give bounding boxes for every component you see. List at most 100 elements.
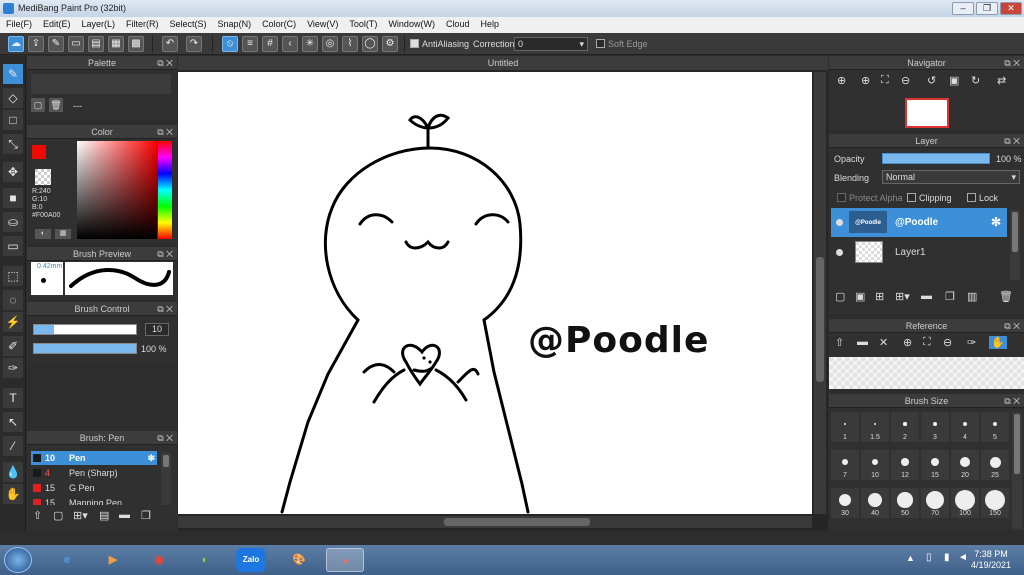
brush-item[interactable]: 15 G Pen <box>31 481 157 495</box>
minimize-button[interactable]: – <box>952 2 974 15</box>
folder-icon[interactable]: ▬ <box>119 509 130 521</box>
brush-settings-icon[interactable]: ▤ <box>99 509 109 522</box>
fill-shape-tool-icon[interactable]: ■ <box>3 188 23 208</box>
document-icon[interactable]: ▤ <box>88 36 104 52</box>
color-palette-icon[interactable]: ▦ <box>55 229 71 239</box>
saturation-value-picker[interactable] <box>77 141 157 239</box>
start-button[interactable] <box>4 547 32 573</box>
blending-select[interactable]: Normal ▾ <box>882 170 1020 184</box>
brush-list-scrollbar[interactable] <box>161 453 171 505</box>
navigator-preview[interactable] <box>905 98 949 128</box>
tray-expand-icon[interactable]: ▲ <box>906 553 915 563</box>
brush-size-cell[interactable]: 40 <box>861 488 889 518</box>
new-palette-icon[interactable]: ▢ <box>31 98 45 112</box>
crisscross-snap-icon[interactable]: # <box>262 36 278 52</box>
dot-tool-icon[interactable]: ⤡ <box>3 134 23 154</box>
new-layer-icon[interactable]: ▢ <box>835 290 845 303</box>
snap-off-icon[interactable]: ⦸ <box>222 36 238 52</box>
magic-wand-tool-icon[interactable]: ⚡ <box>3 312 23 332</box>
select-pen-tool-icon[interactable]: ✐ <box>3 336 23 356</box>
gear-icon[interactable]: ✻ <box>991 208 1001 237</box>
rotate-left-icon[interactable]: ↺ <box>927 74 936 87</box>
volume-icon[interactable]: ◄ <box>958 552 968 563</box>
color-mode-icon[interactable]: ◐ <box>35 229 51 239</box>
brush-size-cell[interactable]: 25 <box>981 450 1009 480</box>
bucket-tool-icon[interactable]: ⛀ <box>3 212 23 232</box>
close-icon[interactable]: ✕ <box>879 336 888 349</box>
curve-snap-icon[interactable]: ⌇ <box>342 36 358 52</box>
share-icon[interactable]: ⇪ <box>28 36 44 52</box>
zoom-out-icon[interactable]: ⊖ <box>901 74 910 87</box>
antialiasing-checkbox[interactable] <box>410 39 419 48</box>
eraser-tool-icon[interactable]: ◇ <box>3 88 23 108</box>
panel-close-icon[interactable]: ⧉ ✕ <box>157 431 173 445</box>
add-layer-menu-icon[interactable]: ⊞▾ <box>895 290 910 303</box>
soft-edge-checkbox[interactable] <box>596 39 605 48</box>
canvas[interactable]: @Poodle <box>178 72 812 514</box>
menu-view[interactable]: View(V) <box>301 17 343 29</box>
zoom-out-icon[interactable]: ⊖ <box>943 336 952 349</box>
select-eraser-tool-icon[interactable]: ✑ <box>3 358 23 378</box>
zoom-in-icon[interactable]: ⊕ <box>861 74 870 87</box>
brush-size-cell[interactable]: 15 <box>921 450 949 480</box>
vanishing-snap-icon[interactable]: ‹ <box>282 36 298 52</box>
brush-size-cell[interactable]: 7 <box>831 450 859 480</box>
new-halftone-layer-icon[interactable]: ▣ <box>855 290 865 303</box>
fit-icon[interactable]: ⛶ <box>923 336 931 349</box>
menu-edit[interactable]: Edit(E) <box>37 17 76 29</box>
menu-filter[interactable]: Filter(R) <box>120 17 164 29</box>
move-tool-icon[interactable]: ✥ <box>3 162 23 182</box>
reset-view-icon[interactable]: ▣ <box>949 74 959 87</box>
layer-row[interactable]: Layer1 <box>831 238 1007 267</box>
panel-close-icon[interactable]: ⧉ ✕ <box>1004 134 1020 148</box>
brush-size-slider[interactable] <box>33 324 137 335</box>
lock-checkbox[interactable] <box>967 193 976 202</box>
panel-close-icon[interactable]: ⧉ ✕ <box>157 302 173 316</box>
menu-cloud[interactable]: Cloud <box>440 17 475 29</box>
media-player-icon[interactable]: ▶ <box>94 548 132 572</box>
gear-icon[interactable]: ✻ <box>147 451 155 465</box>
close-button[interactable]: ✕ <box>1000 2 1022 15</box>
layer-properties-icon[interactable]: ▥ <box>967 290 977 303</box>
brush-size-cell[interactable]: 2 <box>891 412 919 442</box>
new-brush-icon[interactable]: ▢ <box>53 509 63 522</box>
duplicate-layer-icon[interactable]: ⊞ <box>875 290 884 303</box>
page-icon[interactable]: ▦ <box>108 36 124 52</box>
maximize-button[interactable]: ❐ <box>976 2 998 15</box>
hue-slider[interactable] <box>158 141 172 239</box>
brush-size-cell[interactable]: 20 <box>951 450 979 480</box>
ellipse-snap-icon[interactable]: ◯ <box>362 36 378 52</box>
rectangle-tool-icon[interactable]: □ <box>3 110 23 130</box>
panel-close-icon[interactable]: ⧉ ✕ <box>1004 56 1020 70</box>
parallel-snap-icon[interactable]: ≡ <box>242 36 258 52</box>
coccoc-icon[interactable]: ◐ <box>186 548 224 572</box>
lasso-tool-icon[interactable]: ◌ <box>3 290 23 310</box>
panel-close-icon[interactable]: ⧉ ✕ <box>157 247 173 261</box>
brush-size-cell[interactable]: 30 <box>831 488 859 518</box>
brush-size-cell[interactable]: 10 <box>861 450 889 480</box>
undo-icon[interactable]: ↶ <box>162 36 178 52</box>
scrollbar-thumb[interactable] <box>816 257 824 382</box>
panel-close-icon[interactable]: ⧉ ✕ <box>1004 319 1020 333</box>
brush-size-cell[interactable]: 1.5 <box>861 412 889 442</box>
palette-swatch-area[interactable] <box>31 74 171 94</box>
menu-select[interactable]: Select(S) <box>164 17 212 29</box>
brush-size-scrollbar[interactable] <box>1012 412 1022 529</box>
main-color-swatch[interactable] <box>32 145 46 159</box>
edge-icon[interactable]: e <box>48 548 86 572</box>
folder-icon[interactable]: ▬ <box>921 290 932 302</box>
hand-tool-icon[interactable]: ✋ <box>3 484 23 504</box>
brush-size-cell[interactable]: 3 <box>921 412 949 442</box>
duplicate-icon[interactable]: ❐ <box>141 509 151 522</box>
eyedropper-tool-icon[interactable]: 💧 <box>3 462 23 482</box>
brush-size-cell[interactable]: 5 <box>981 412 1009 442</box>
menu-help[interactable]: Help <box>474 17 504 29</box>
brush-size-value[interactable]: 10 <box>145 323 169 336</box>
paint-icon[interactable]: 🎨 <box>280 548 318 572</box>
rotate-right-icon[interactable]: ↻ <box>971 74 980 87</box>
layer-opacity-slider[interactable] <box>882 153 990 164</box>
brush-item[interactable]: 4 Pen (Sharp) <box>31 466 157 480</box>
canvas-horizontal-scrollbar[interactable] <box>178 516 812 528</box>
upload-icon[interactable]: ⇧ <box>835 336 844 349</box>
cloud-icon[interactable]: ☁ <box>8 36 24 52</box>
